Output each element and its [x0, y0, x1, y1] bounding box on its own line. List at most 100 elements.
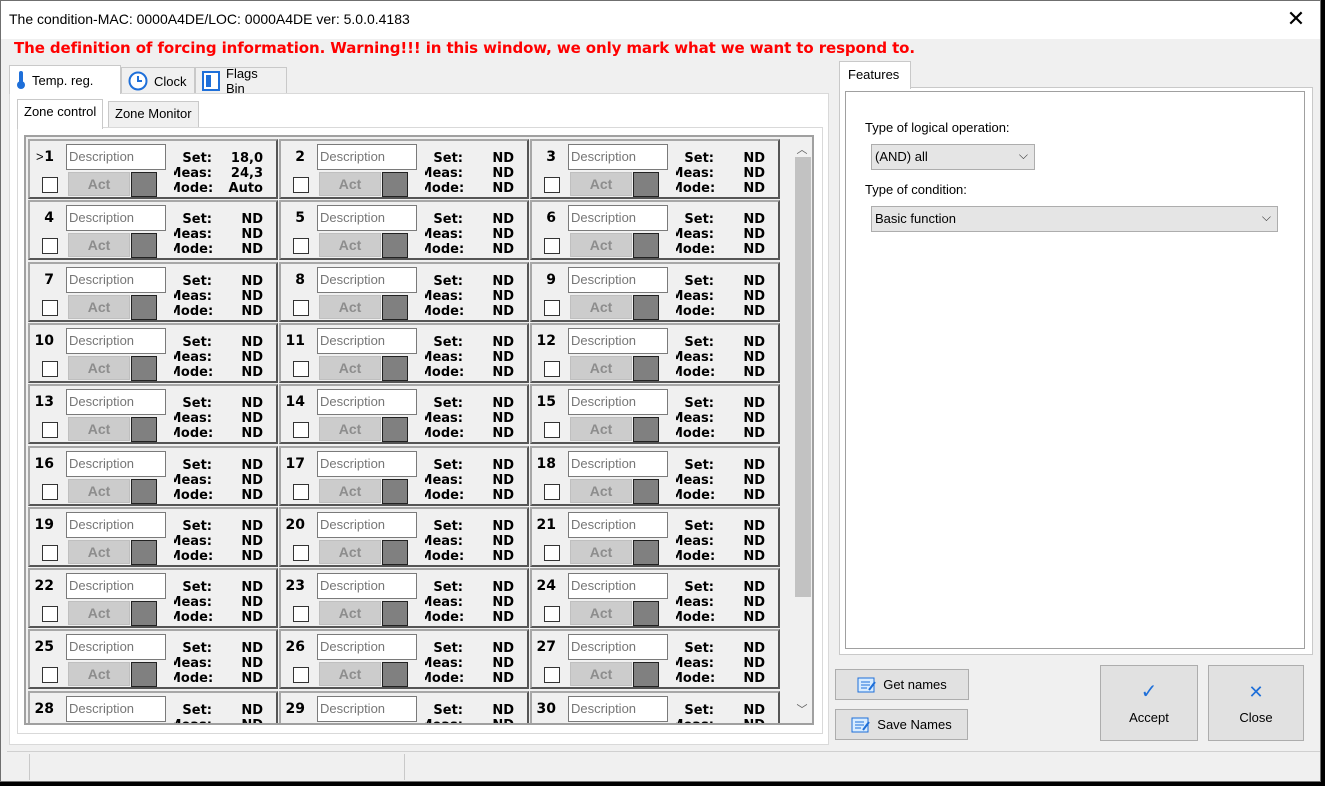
- zone-act-button[interactable]: Act: [319, 662, 381, 687]
- zone-checkbox[interactable]: [42, 606, 58, 623]
- zone-color-box[interactable]: [633, 662, 659, 688]
- zone-color-box[interactable]: [382, 478, 408, 504]
- zone-description-input[interactable]: Description: [66, 327, 166, 354]
- zone-color-box[interactable]: [382, 601, 408, 627]
- zone-act-button[interactable]: Act: [68, 724, 130, 725]
- save-names-button[interactable]: Save Names: [835, 709, 968, 740]
- zone-act-button[interactable]: Act: [68, 539, 130, 564]
- window-close-icon[interactable]: ✕: [1284, 7, 1308, 31]
- zone-checkbox[interactable]: [42, 544, 58, 561]
- zone-color-box[interactable]: [382, 355, 408, 381]
- zone-description-input[interactable]: Description: [66, 205, 166, 232]
- zone-description-input[interactable]: Description: [568, 327, 668, 354]
- zone-checkbox[interactable]: [42, 667, 58, 684]
- tab-temp-reg[interactable]: Temp. reg.: [9, 65, 121, 94]
- zone-act-button[interactable]: Act: [319, 355, 381, 380]
- zone-color-box[interactable]: [633, 417, 659, 443]
- zone-description-input[interactable]: Description: [568, 450, 668, 477]
- zone-description-input[interactable]: Description: [66, 511, 166, 538]
- zone-color-box[interactable]: [382, 539, 408, 565]
- zone-act-button[interactable]: Act: [319, 294, 381, 319]
- zone-description-input[interactable]: Description: [66, 144, 166, 170]
- zone-description-input[interactable]: Description: [66, 266, 166, 293]
- logical-operation-select[interactable]: (AND) all ⌵: [871, 144, 1035, 170]
- zone-checkbox[interactable]: [544, 483, 560, 500]
- zone-color-box[interactable]: [382, 233, 408, 259]
- zone-act-button[interactable]: Act: [570, 662, 632, 687]
- accept-button[interactable]: ✓ Accept: [1100, 665, 1198, 741]
- zone-description-input[interactable]: Description: [568, 695, 668, 722]
- zone-act-button[interactable]: Act: [68, 601, 130, 626]
- zone-color-box[interactable]: [382, 294, 408, 320]
- zone-act-button[interactable]: Act: [68, 355, 130, 380]
- zone-description-input[interactable]: Description: [317, 634, 417, 661]
- zone-description-input[interactable]: Description: [568, 573, 668, 600]
- zone-description-input[interactable]: Description: [317, 695, 417, 722]
- zone-description-input[interactable]: Description: [568, 634, 668, 661]
- zone-act-button[interactable]: Act: [319, 233, 381, 258]
- zone-act-button[interactable]: Act: [570, 601, 632, 626]
- zone-act-button[interactable]: Act: [570, 233, 632, 258]
- zone-checkbox[interactable]: [544, 238, 560, 255]
- zone-description-input[interactable]: Description: [317, 144, 417, 170]
- zone-color-box[interactable]: [633, 233, 659, 259]
- zone-checkbox[interactable]: [293, 177, 309, 193]
- zone-description-input[interactable]: Description: [568, 144, 668, 170]
- tab-features[interactable]: Features: [839, 61, 911, 89]
- zone-color-box[interactable]: [382, 724, 408, 725]
- zone-description-input[interactable]: Description: [317, 389, 417, 416]
- zone-act-button[interactable]: Act: [319, 417, 381, 442]
- zone-description-input[interactable]: Description: [317, 266, 417, 293]
- zone-color-box[interactable]: [633, 601, 659, 627]
- zone-description-input[interactable]: Description: [66, 695, 166, 722]
- zone-checkbox[interactable]: [544, 360, 560, 377]
- zone-act-button[interactable]: Act: [570, 539, 632, 564]
- scroll-up-icon[interactable]: ︿: [794, 141, 810, 157]
- zone-act-button[interactable]: Act: [319, 601, 381, 626]
- zone-color-box[interactable]: [382, 662, 408, 688]
- zone-act-button[interactable]: Act: [319, 172, 381, 196]
- zone-act-button[interactable]: Act: [570, 478, 632, 503]
- zone-checkbox[interactable]: [293, 606, 309, 623]
- scroll-thumb[interactable]: [795, 157, 811, 597]
- zone-color-box[interactable]: [633, 294, 659, 320]
- zone-act-button[interactable]: Act: [68, 233, 130, 258]
- zone-checkbox[interactable]: [42, 238, 58, 255]
- zone-description-input[interactable]: Description: [66, 450, 166, 477]
- zone-color-box[interactable]: [131, 417, 157, 443]
- zone-checkbox[interactable]: [544, 177, 560, 193]
- zone-color-box[interactable]: [633, 539, 659, 565]
- zone-checkbox[interactable]: [293, 299, 309, 316]
- zone-checkbox[interactable]: [293, 422, 309, 439]
- zone-checkbox[interactable]: [544, 422, 560, 439]
- zone-act-button[interactable]: Act: [68, 417, 130, 442]
- zone-checkbox[interactable]: [293, 238, 309, 255]
- zone-act-button[interactable]: Act: [570, 724, 632, 725]
- zone-color-box[interactable]: [382, 172, 408, 197]
- zone-act-button[interactable]: Act: [570, 417, 632, 442]
- zone-description-input[interactable]: Description: [568, 389, 668, 416]
- zone-act-button[interactable]: Act: [570, 355, 632, 380]
- get-names-button[interactable]: Get names: [835, 669, 969, 700]
- zone-color-box[interactable]: [131, 233, 157, 259]
- zone-color-box[interactable]: [131, 539, 157, 565]
- zone-checkbox[interactable]: [544, 606, 560, 623]
- zone-act-button[interactable]: Act: [319, 539, 381, 564]
- zone-checkbox[interactable]: [42, 360, 58, 377]
- tab-flags-bin[interactable]: Flags Bin: [195, 66, 287, 96]
- subtab-zone-control[interactable]: Zone control: [17, 99, 104, 129]
- zone-act-button[interactable]: Act: [68, 662, 130, 687]
- zone-checkbox[interactable]: [544, 544, 560, 561]
- zone-color-box[interactable]: [131, 662, 157, 688]
- zone-description-input[interactable]: Description: [568, 205, 668, 232]
- zone-color-box[interactable]: [633, 355, 659, 381]
- zone-act-button[interactable]: Act: [319, 724, 381, 725]
- tab-clock[interactable]: Clock: [121, 67, 195, 94]
- zone-description-input[interactable]: Description: [66, 573, 166, 600]
- zone-color-box[interactable]: [131, 355, 157, 381]
- zone-checkbox[interactable]: [42, 299, 58, 316]
- zone-act-button[interactable]: Act: [570, 294, 632, 319]
- zone-checkbox[interactable]: [293, 667, 309, 684]
- zone-color-box[interactable]: [131, 601, 157, 627]
- zone-act-button[interactable]: Act: [68, 478, 130, 503]
